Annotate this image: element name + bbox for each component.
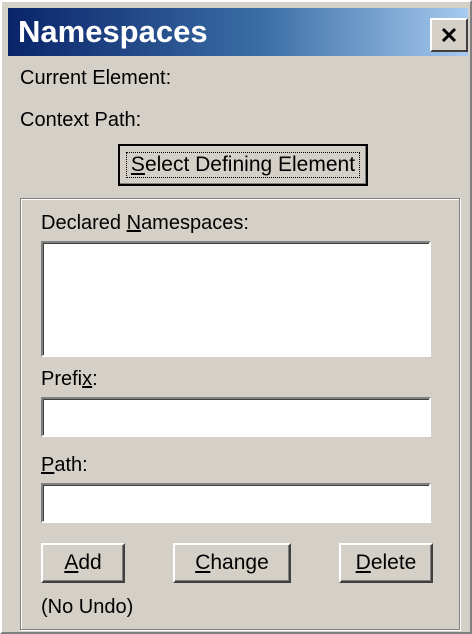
context-path-label: Context Path: — [20, 109, 142, 131]
delete-button-label: Delete — [355, 551, 417, 574]
no-undo-note: (No Undo) — [41, 596, 134, 618]
path-label: Path: — [41, 454, 88, 476]
declared-namespaces-list[interactable] — [41, 241, 431, 357]
prefix-label: Prefix: — [41, 368, 98, 390]
change-button[interactable]: Change — [173, 543, 291, 583]
add-button-label: Add — [64, 551, 102, 574]
declared-namespaces-label: Declared Namespaces: — [41, 212, 249, 234]
current-element-label: Current Element: — [20, 67, 172, 89]
window-title: Namespaces — [18, 14, 208, 49]
focus-ring — [126, 152, 360, 178]
select-defining-element-button[interactable]: Select Defining Element — [118, 144, 368, 186]
change-button-label: Change — [195, 551, 269, 574]
add-button[interactable]: Add — [41, 543, 125, 583]
close-icon — [441, 27, 457, 43]
delete-button[interactable]: Delete — [339, 543, 433, 583]
namespaces-dialog: Namespaces Current Element: Context Path… — [0, 0, 472, 634]
close-button[interactable] — [430, 18, 468, 52]
namespace-groupbox: Declared Namespaces: Prefix: Path: Add C… — [20, 198, 460, 630]
prefix-input[interactable] — [41, 397, 431, 437]
title-bar[interactable]: Namespaces — [8, 8, 468, 56]
path-input[interactable] — [41, 483, 431, 523]
